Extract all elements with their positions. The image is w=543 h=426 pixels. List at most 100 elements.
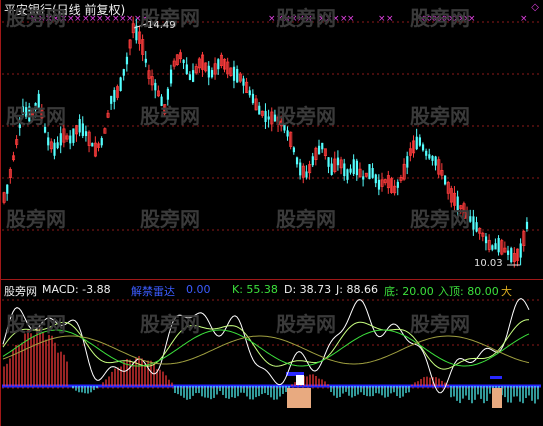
candle-body bbox=[428, 154, 431, 159]
candle-body bbox=[349, 168, 352, 173]
macd-value: MACD: -3.88 bbox=[42, 283, 111, 296]
candle-body bbox=[53, 142, 56, 156]
candle-body bbox=[368, 164, 371, 180]
candle-body bbox=[374, 174, 377, 184]
watermark: 股旁网 bbox=[410, 207, 470, 231]
pattern-label: 解禁雷达 bbox=[131, 285, 175, 298]
candle-body bbox=[318, 145, 321, 155]
candle-body bbox=[355, 160, 358, 176]
candle-body bbox=[321, 142, 324, 150]
watermark: 股旁网 bbox=[6, 207, 66, 231]
watermark: 股旁网 bbox=[276, 104, 336, 128]
candle-body bbox=[6, 184, 9, 194]
candle-body bbox=[144, 58, 147, 63]
candle-body bbox=[484, 236, 488, 244]
watermark: 股旁网 bbox=[276, 207, 336, 231]
candle-body bbox=[292, 147, 295, 153]
watermark: 股旁网 bbox=[6, 104, 66, 128]
signal-marker: × bbox=[386, 14, 394, 24]
candle-body bbox=[78, 119, 81, 133]
candle-body bbox=[69, 135, 72, 144]
k-value: K: 55.38 bbox=[232, 283, 278, 296]
bottom-value: 底: 20.00 bbox=[384, 285, 434, 298]
enter-top-value: 入顶: 80.00 bbox=[438, 285, 499, 298]
candle-body bbox=[210, 70, 214, 78]
candle-body bbox=[497, 237, 500, 253]
watermark: 股旁网 bbox=[410, 6, 470, 30]
candle-body bbox=[507, 250, 510, 255]
j-value: J: 88.66 bbox=[336, 283, 378, 296]
candle-body bbox=[56, 142, 59, 149]
signal-marker: × bbox=[347, 14, 355, 24]
signal-marker: × bbox=[126, 14, 134, 24]
ma-line bbox=[2, 335, 530, 365]
candle-body bbox=[110, 95, 113, 104]
candle-body bbox=[91, 143, 94, 147]
candle-body bbox=[182, 59, 185, 64]
low-price-label: 10.03 bbox=[474, 258, 503, 269]
candle-body bbox=[122, 69, 125, 76]
candle-body bbox=[113, 90, 116, 102]
candle-body bbox=[166, 88, 169, 100]
watermark: 股旁网 bbox=[6, 312, 66, 336]
candle-body bbox=[81, 123, 84, 136]
watermark: 股旁网 bbox=[140, 207, 200, 231]
high-price-label: 14.49 bbox=[147, 20, 176, 31]
candle-body bbox=[444, 175, 447, 185]
candle-body bbox=[248, 90, 251, 96]
big-label: 大 bbox=[501, 285, 512, 298]
candle-body bbox=[242, 78, 245, 86]
pattern-box bbox=[287, 388, 311, 408]
watermark: 股旁网 bbox=[6, 6, 66, 30]
candle-body bbox=[371, 168, 374, 178]
candle-body bbox=[299, 162, 302, 176]
candle-body bbox=[406, 156, 409, 168]
candle-body bbox=[327, 157, 330, 167]
candle-body bbox=[525, 221, 529, 229]
candle-body bbox=[434, 156, 437, 166]
d-value: D: 38.73 bbox=[284, 283, 332, 296]
candle-body bbox=[415, 136, 418, 150]
candle-body bbox=[362, 176, 365, 180]
candle-body bbox=[169, 69, 173, 84]
candle-body bbox=[305, 171, 308, 178]
candle-body bbox=[84, 131, 88, 137]
candle-body bbox=[251, 93, 255, 104]
candle-body bbox=[192, 70, 195, 82]
candle-body bbox=[346, 169, 349, 180]
watermark: 股旁网 bbox=[140, 312, 200, 336]
candle-body bbox=[491, 245, 494, 250]
candle-body bbox=[47, 137, 50, 146]
candle-body bbox=[311, 156, 314, 166]
candle-body bbox=[232, 66, 236, 81]
indicator-brand: 股旁网 bbox=[4, 285, 37, 298]
candle-body bbox=[343, 163, 346, 177]
candle-body bbox=[72, 128, 75, 143]
watermark: 股旁网 bbox=[140, 104, 200, 128]
candle-body bbox=[425, 150, 428, 156]
candle-body bbox=[236, 68, 239, 83]
watermark: 股旁网 bbox=[410, 104, 470, 128]
candle-body bbox=[510, 248, 513, 263]
candle-body bbox=[119, 77, 122, 91]
pattern-marker bbox=[296, 375, 304, 385]
candle-body bbox=[217, 59, 220, 70]
candle-body bbox=[336, 157, 340, 166]
candle-body bbox=[267, 116, 270, 120]
candle-body bbox=[519, 243, 522, 258]
candle-body bbox=[100, 138, 103, 146]
candle-body bbox=[286, 130, 289, 137]
chart-window: × × × × × × × × × × × × × × × × × × × × × × × × × × × × × × × × × × × × × × × ×… bbox=[0, 0, 543, 426]
candle-body bbox=[418, 137, 421, 146]
candle-body bbox=[330, 163, 333, 175]
candle-body bbox=[154, 82, 157, 91]
candle-body bbox=[377, 179, 381, 190]
pattern-bar bbox=[490, 376, 502, 379]
diamond-icon[interactable]: ◇ bbox=[531, 2, 539, 13]
candle-body bbox=[264, 110, 267, 122]
candle-body bbox=[472, 216, 475, 230]
watermark: 股旁网 bbox=[410, 312, 470, 336]
candle-body bbox=[207, 65, 210, 78]
watermark: 股旁网 bbox=[276, 6, 336, 30]
candle-body bbox=[258, 105, 261, 115]
